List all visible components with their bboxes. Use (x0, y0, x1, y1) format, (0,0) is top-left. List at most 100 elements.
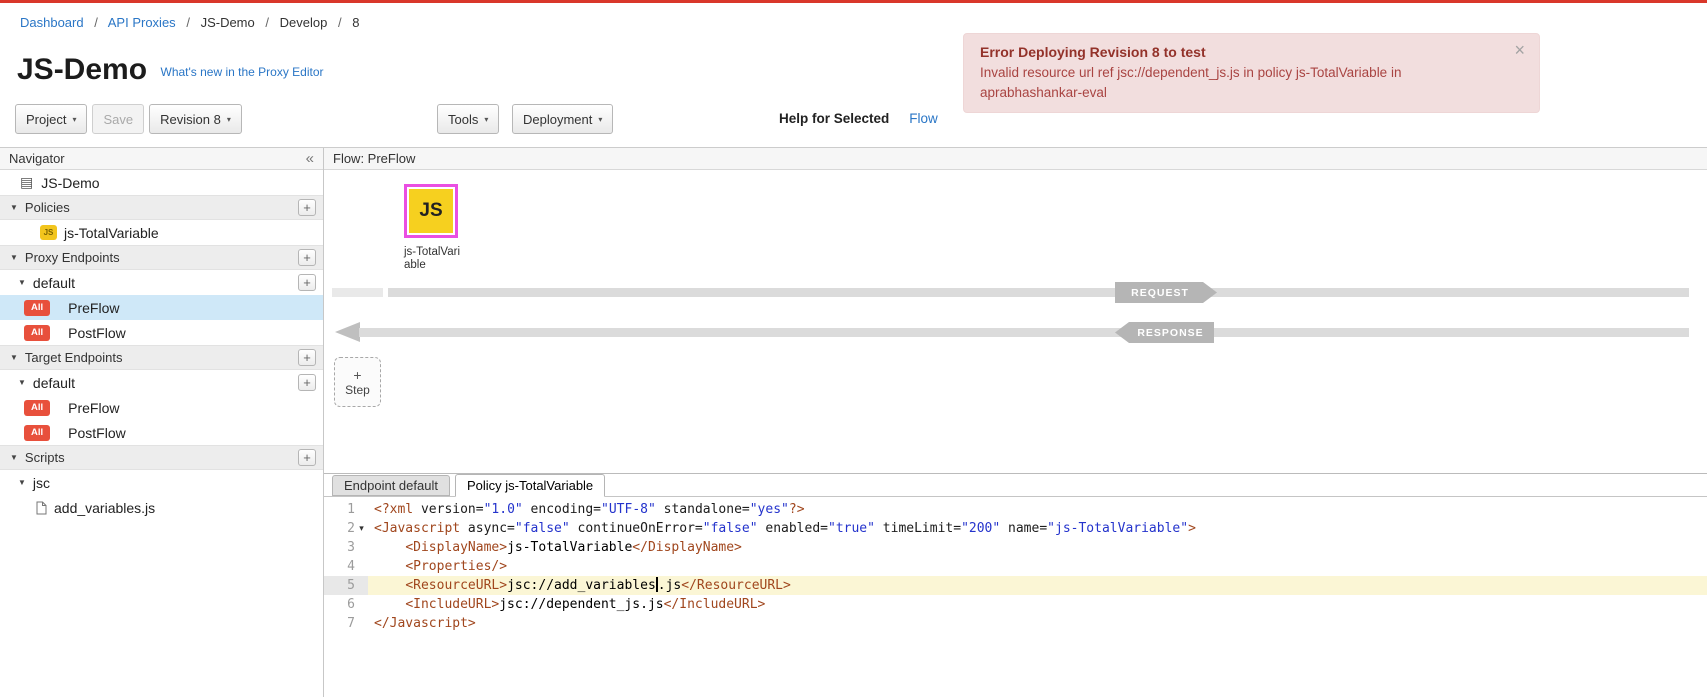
code-text: </Javascript> (368, 614, 476, 633)
breadcrumb-js-demo[interactable]: JS-Demo (201, 15, 255, 30)
nav-item-target-preflow[interactable]: All PreFlow (0, 395, 323, 420)
nav-item-label: PreFlow (68, 400, 119, 416)
error-banner-message: Invalid resource url ref jsc://dependent… (980, 63, 1499, 102)
response-arrow-icon (335, 322, 360, 342)
add-policy-button[interactable]: + (298, 199, 316, 216)
section-label: Scripts (25, 450, 65, 465)
save-button-label: Save (103, 112, 133, 127)
response-flow-line (359, 328, 1689, 337)
breadcrumb-develop[interactable]: Develop (280, 15, 328, 30)
chevron-down-icon: ▼ (10, 353, 18, 362)
breadcrumb: Dashboard / API Proxies / JS-Demo / Deve… (20, 15, 359, 30)
chevron-down-icon: ▼ (10, 203, 18, 212)
policy-node-js-totalvariable[interactable]: JS (404, 184, 458, 238)
code-line-7[interactable]: 7</Javascript> (324, 614, 1707, 633)
toolbar-left-group: Project ▾ Save Revision 8 ▾ (15, 104, 242, 134)
breadcrumb-revision-number: 8 (352, 15, 359, 30)
chevron-down-icon: ▾ (227, 115, 231, 124)
project-menu-button[interactable]: Project ▾ (15, 104, 87, 134)
line-number: 3 (324, 538, 368, 557)
nav-item-proxy-preflow[interactable]: All PreFlow (0, 295, 323, 320)
code-line-4[interactable]: 4 <Properties/> (324, 557, 1707, 576)
chevron-down-icon: ▾ (598, 115, 602, 124)
nav-item-script-folder-jsc[interactable]: ▼ jsc (0, 470, 323, 495)
code-area[interactable]: 1<?xml version="1.0" encoding="UTF-8" st… (324, 497, 1707, 697)
add-proxy-endpoint-button[interactable]: + (298, 249, 316, 266)
navigator-panel: Navigator « ▤ JS-Demo ▼ Policies + JS js… (0, 148, 324, 697)
code-text: <Properties/> (368, 557, 507, 576)
nav-item-policy-js-totalvariable[interactable]: JS js-TotalVariable (0, 220, 323, 245)
nav-item-label: JS-Demo (41, 175, 99, 191)
nav-item-target-postflow[interactable]: All PostFlow (0, 420, 323, 445)
line-number: 5 (324, 576, 368, 595)
help-for-selected: Help for Selected Flow (779, 111, 938, 126)
collapse-sidebar-icon[interactable]: « (306, 150, 314, 167)
revision-menu-label: Revision 8 (160, 112, 221, 127)
section-policies[interactable]: ▼ Policies + (0, 195, 323, 220)
section-label: Target Endpoints (25, 350, 123, 365)
request-flow-line (388, 288, 1689, 297)
nav-item-script-add-variables[interactable]: add_variables.js (0, 495, 323, 520)
plus-icon: + (353, 368, 361, 383)
js-policy-icon-text: JS (419, 200, 442, 222)
nav-item-label: default (33, 275, 75, 291)
section-scripts[interactable]: ▼ Scripts + (0, 445, 323, 470)
nav-item-label: jsc (33, 475, 50, 491)
tab-policy-js-totalvariable[interactable]: Policy js-TotalVariable (455, 474, 605, 497)
add-step-button[interactable]: + Step (334, 357, 381, 407)
code-text: <Javascript async="false" continueOnErro… (368, 519, 1196, 538)
breadcrumb-api-proxies[interactable]: API Proxies (108, 15, 176, 30)
tools-menu-button[interactable]: Tools ▾ (437, 104, 499, 134)
add-script-button[interactable]: + (298, 449, 316, 466)
code-text: <DisplayName>js-TotalVariable</DisplayNa… (368, 538, 742, 557)
policy-node-label: js-TotalVariable (404, 246, 466, 272)
flow-panel-header: Flow: PreFlow (324, 148, 1707, 170)
revision-menu-button[interactable]: Revision 8 ▾ (149, 104, 242, 134)
add-target-endpoint-button[interactable]: + (298, 349, 316, 366)
nav-item-proxy-endpoint-default[interactable]: ▼ default + (0, 270, 323, 295)
all-flows-badge: All (24, 300, 50, 316)
page-header: Dashboard / API Proxies / JS-Demo / Deve… (0, 3, 1707, 147)
chevron-down-icon: ▼ (18, 278, 26, 287)
line-number: 1 (324, 500, 368, 519)
code-line-6[interactable]: 6 <IncludeURL>jsc://dependent_js.js</Inc… (324, 595, 1707, 614)
nav-item-proxy-postflow[interactable]: All PostFlow (0, 320, 323, 345)
editor-tabstrip: Endpoint default Policy js-TotalVariable (324, 474, 1707, 497)
js-policy-icon: JS (40, 225, 57, 240)
deployment-menu-label: Deployment (523, 112, 592, 127)
section-target-endpoints[interactable]: ▼ Target Endpoints + (0, 345, 323, 370)
tab-endpoint-default[interactable]: Endpoint default (332, 475, 450, 496)
code-line-3[interactable]: 3 <DisplayName>js-TotalVariable</Display… (324, 538, 1707, 557)
chevron-down-icon: ▾ (484, 115, 488, 124)
navigator-title: Navigator (9, 151, 65, 166)
line-number: 6 (324, 595, 368, 614)
whats-new-link[interactable]: What's new in the Proxy Editor (161, 65, 324, 79)
nav-item-label: add_variables.js (54, 500, 155, 516)
section-proxy-endpoints[interactable]: ▼ Proxy Endpoints + (0, 245, 323, 270)
code-line-2[interactable]: 2▾<Javascript async="false" continueOnEr… (324, 519, 1707, 538)
nav-item-target-endpoint-default[interactable]: ▼ default + (0, 370, 323, 395)
add-flow-button[interactable]: + (298, 274, 316, 291)
page-title: JS-Demo (17, 53, 147, 86)
add-flow-button[interactable]: + (298, 374, 316, 391)
fold-marker-icon[interactable]: ▾ (355, 519, 368, 538)
proxy-bundle-icon: ▤ (20, 174, 33, 191)
breadcrumb-dashboard[interactable]: Dashboard (20, 15, 84, 30)
code-line-5[interactable]: 5 <ResourceURL>jsc://add_variables.js</R… (324, 576, 1707, 595)
section-label: Proxy Endpoints (25, 250, 120, 265)
nav-item-label: PreFlow (68, 300, 119, 316)
code-text: <?xml version="1.0" encoding="UTF-8" sta… (368, 500, 805, 519)
code-line-1[interactable]: 1<?xml version="1.0" encoding="UTF-8" st… (324, 500, 1707, 519)
title-row: JS-Demo What's new in the Proxy Editor (17, 53, 324, 87)
deployment-menu-button[interactable]: Deployment ▾ (512, 104, 613, 134)
code-text: <ResourceURL>jsc://add_variables.js</Res… (368, 576, 791, 595)
chevron-down-icon: ▾ (72, 115, 76, 124)
nav-item-label: js-TotalVariable (64, 225, 159, 241)
close-icon[interactable]: × (1514, 40, 1525, 61)
line-number: 4 (324, 557, 368, 576)
help-flow-link[interactable]: Flow (909, 111, 938, 126)
chevron-down-icon: ▼ (18, 478, 26, 487)
breadcrumb-separator: / (94, 15, 98, 30)
nav-item-proxy-root[interactable]: ▤ JS-Demo (0, 170, 323, 195)
save-button[interactable]: Save (92, 104, 144, 134)
